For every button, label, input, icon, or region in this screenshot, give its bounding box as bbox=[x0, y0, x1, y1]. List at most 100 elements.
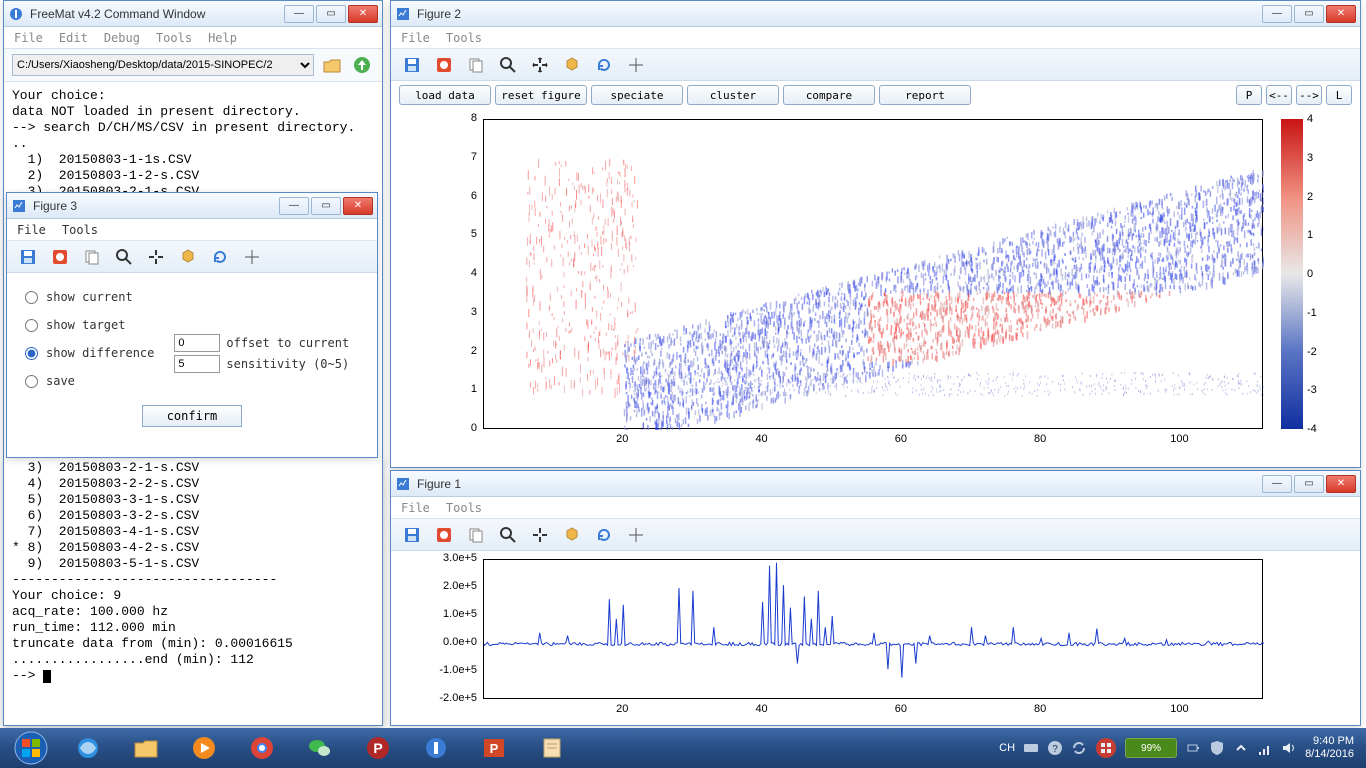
power-icon[interactable] bbox=[1185, 740, 1201, 756]
report-button[interactable]: report bbox=[879, 85, 971, 105]
copy-icon[interactable] bbox=[463, 52, 489, 78]
close-button[interactable]: ✕ bbox=[1326, 475, 1356, 493]
nav-l-button[interactable]: L bbox=[1326, 85, 1352, 105]
cluster-button[interactable]: cluster bbox=[687, 85, 779, 105]
minimize-button[interactable]: — bbox=[1262, 475, 1292, 493]
radio-show-target[interactable] bbox=[25, 319, 38, 332]
save-icon[interactable] bbox=[15, 244, 41, 270]
confirm-button[interactable]: confirm bbox=[142, 405, 242, 427]
nav-prev-button[interactable]: <-- bbox=[1266, 85, 1292, 105]
maximize-button[interactable]: ▭ bbox=[1294, 5, 1324, 23]
volume-icon[interactable] bbox=[1281, 740, 1297, 756]
nav-p-button[interactable]: P bbox=[1236, 85, 1262, 105]
crosshair-icon[interactable] bbox=[239, 244, 265, 270]
stop-icon[interactable] bbox=[431, 52, 457, 78]
offset-input[interactable] bbox=[174, 334, 220, 352]
fig2-heatmap bbox=[484, 120, 1264, 430]
task-media[interactable] bbox=[176, 730, 232, 766]
close-button[interactable]: ✕ bbox=[1326, 5, 1356, 23]
path-select[interactable]: C:/Users/Xiaosheng/Desktop/data/2015-SIN… bbox=[12, 54, 314, 76]
task-wechat[interactable] bbox=[292, 730, 348, 766]
menu-file[interactable]: File bbox=[401, 31, 430, 45]
menu-file[interactable]: File bbox=[17, 223, 46, 237]
taskbar[interactable]: P P CH ? 99% 9:40 PM 8/14/2016 bbox=[0, 728, 1366, 768]
stop-icon[interactable] bbox=[47, 244, 73, 270]
sensitivity-input[interactable] bbox=[174, 355, 220, 373]
pan-icon[interactable] bbox=[527, 52, 553, 78]
task-explorer[interactable] bbox=[118, 730, 174, 766]
crosshair-icon[interactable] bbox=[623, 522, 649, 548]
antivirus-icon[interactable] bbox=[1095, 737, 1117, 759]
save-icon[interactable] bbox=[399, 52, 425, 78]
rotate3d-icon[interactable] bbox=[175, 244, 201, 270]
close-button[interactable]: ✕ bbox=[348, 5, 378, 23]
nav-next-button[interactable]: --> bbox=[1296, 85, 1322, 105]
reset-icon[interactable] bbox=[591, 522, 617, 548]
maximize-button[interactable]: ▭ bbox=[1294, 475, 1324, 493]
pan-icon[interactable] bbox=[527, 522, 553, 548]
zoom-icon[interactable] bbox=[495, 52, 521, 78]
fig1-plot-area[interactable]: -2.0e+5-1.0e+50.0e+01.0e+52.0e+53.0e+5 2… bbox=[391, 551, 1360, 725]
minimize-button[interactable]: — bbox=[1262, 5, 1292, 23]
speciate-button[interactable]: speciate bbox=[591, 85, 683, 105]
keyboard-icon[interactable] bbox=[1023, 740, 1039, 756]
rotate3d-icon[interactable] bbox=[559, 522, 585, 548]
task-ie[interactable] bbox=[60, 730, 116, 766]
sync-icon[interactable] bbox=[1071, 740, 1087, 756]
copy-icon[interactable] bbox=[79, 244, 105, 270]
chevron-up-icon[interactable] bbox=[1233, 740, 1249, 756]
radio-save[interactable] bbox=[25, 375, 38, 388]
close-button[interactable]: ✕ bbox=[343, 197, 373, 215]
go-up-icon[interactable] bbox=[350, 53, 374, 77]
save-icon[interactable] bbox=[399, 522, 425, 548]
copy-icon[interactable] bbox=[463, 522, 489, 548]
shield-icon[interactable] bbox=[1209, 740, 1225, 756]
fig2-plot-area[interactable]: 012345678 20406080100 -4-3-2-101234 bbox=[391, 109, 1360, 467]
minimize-button[interactable]: — bbox=[279, 197, 309, 215]
start-button[interactable] bbox=[4, 730, 58, 766]
fig3-toolbar bbox=[7, 241, 377, 273]
rotate3d-icon[interactable] bbox=[559, 52, 585, 78]
menu-file[interactable]: File bbox=[401, 501, 430, 515]
help-icon[interactable]: ? bbox=[1047, 740, 1063, 756]
zoom-icon[interactable] bbox=[111, 244, 137, 270]
menu-debug[interactable]: Debug bbox=[104, 31, 140, 45]
radio-show-current[interactable] bbox=[25, 291, 38, 304]
fig3-titlebar[interactable]: Figure 3 — ▭ ✕ bbox=[7, 193, 377, 219]
task-powerpoint[interactable]: P bbox=[466, 730, 522, 766]
menu-file[interactable]: File bbox=[14, 31, 43, 45]
menu-help[interactable]: Help bbox=[208, 31, 237, 45]
label-show-current: show current bbox=[46, 290, 133, 304]
menu-tools[interactable]: Tools bbox=[62, 223, 98, 237]
pan-icon[interactable] bbox=[143, 244, 169, 270]
reset-figure-button[interactable]: reset figure bbox=[495, 85, 587, 105]
stop-icon[interactable] bbox=[431, 522, 457, 548]
task-app-p[interactable]: P bbox=[350, 730, 406, 766]
task-notes[interactable] bbox=[524, 730, 580, 766]
fig2-titlebar[interactable]: Figure 2 — ▭ ✕ bbox=[391, 1, 1360, 27]
load-data-button[interactable]: load data bbox=[399, 85, 491, 105]
task-chrome[interactable] bbox=[234, 730, 290, 766]
menu-tools[interactable]: Tools bbox=[446, 501, 482, 515]
menu-tools[interactable]: Tools bbox=[156, 31, 192, 45]
maximize-button[interactable]: ▭ bbox=[316, 5, 346, 23]
compare-button[interactable]: compare bbox=[783, 85, 875, 105]
lang-indicator[interactable]: CH bbox=[999, 742, 1015, 754]
menu-edit[interactable]: Edit bbox=[59, 31, 88, 45]
cmdwin-titlebar[interactable]: FreeMat v4.2 Command Window — ▭ ✕ bbox=[4, 1, 382, 27]
clock[interactable]: 9:40 PM 8/14/2016 bbox=[1305, 735, 1354, 761]
network-icon[interactable] bbox=[1257, 740, 1273, 756]
console-output-bottom[interactable]: 3) 20150803-2-1-s.CSV 4) 20150803-2-2-s.… bbox=[4, 458, 382, 725]
menu-tools[interactable]: Tools bbox=[446, 31, 482, 45]
crosshair-icon[interactable] bbox=[623, 52, 649, 78]
reset-icon[interactable] bbox=[591, 52, 617, 78]
task-freemat[interactable] bbox=[408, 730, 464, 766]
fig1-titlebar[interactable]: Figure 1 — ▭ ✕ bbox=[391, 471, 1360, 497]
minimize-button[interactable]: — bbox=[284, 5, 314, 23]
folder-up-icon[interactable] bbox=[320, 53, 344, 77]
maximize-button[interactable]: ▭ bbox=[311, 197, 341, 215]
zoom-icon[interactable] bbox=[495, 522, 521, 548]
reset-icon[interactable] bbox=[207, 244, 233, 270]
battery-indicator[interactable]: 99% bbox=[1125, 738, 1177, 758]
radio-show-difference[interactable] bbox=[25, 347, 38, 360]
